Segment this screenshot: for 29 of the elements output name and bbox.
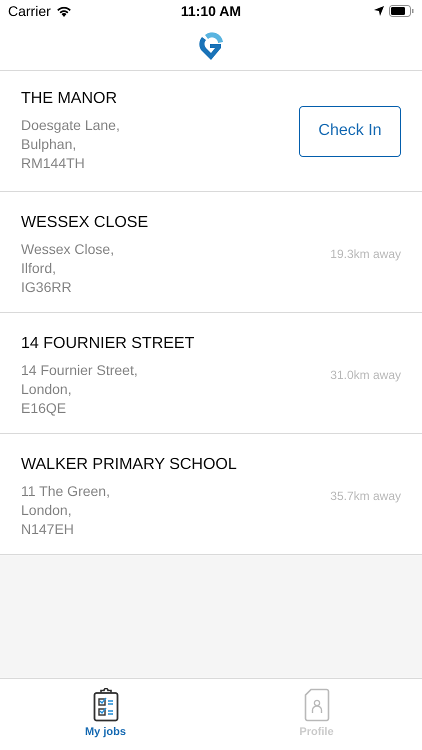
tab[interactable]: My jobs xyxy=(0,679,211,750)
address-line: Bulphan, xyxy=(21,134,78,154)
wifi-icon xyxy=(56,5,72,17)
check-in-button[interactable]: Check In xyxy=(299,106,401,156)
address-line: RM144TH xyxy=(21,154,86,172)
battery-icon xyxy=(389,5,414,17)
job-title: WESSEX CLOSE xyxy=(21,214,148,232)
address-line: Ilford, xyxy=(21,259,58,278)
clipboard-checklist-icon xyxy=(92,688,118,722)
job-title: 14 FOURNIER STREET xyxy=(21,335,194,353)
address-line: Doesgate Lane, xyxy=(21,116,120,134)
address-line: 14 Fournier Street, xyxy=(21,361,139,380)
job-title: THE MANOR xyxy=(21,90,118,108)
address-line: Wessex Close, xyxy=(21,240,116,259)
job-title: WALKER PRIMARY SCHOOL xyxy=(21,456,237,474)
location-arrow-icon xyxy=(374,6,384,16)
status-time: 11:10 AM xyxy=(180,3,242,19)
address-line: IG36RR xyxy=(21,278,73,297)
address-line: London, xyxy=(21,501,73,520)
logo-icon xyxy=(197,31,225,61)
address-line: 11 The Green, xyxy=(21,482,111,501)
distance-label: 31.0km away xyxy=(330,368,401,382)
address-line: N147EH xyxy=(21,520,75,539)
person-document-icon xyxy=(304,688,330,722)
address-line: E16QE xyxy=(21,399,68,418)
distance-label: 35.7km away xyxy=(330,489,401,503)
carrier-label: Carrier xyxy=(8,3,51,19)
address-line: London, xyxy=(21,380,73,399)
distance-label: 19.3km away xyxy=(330,247,401,261)
